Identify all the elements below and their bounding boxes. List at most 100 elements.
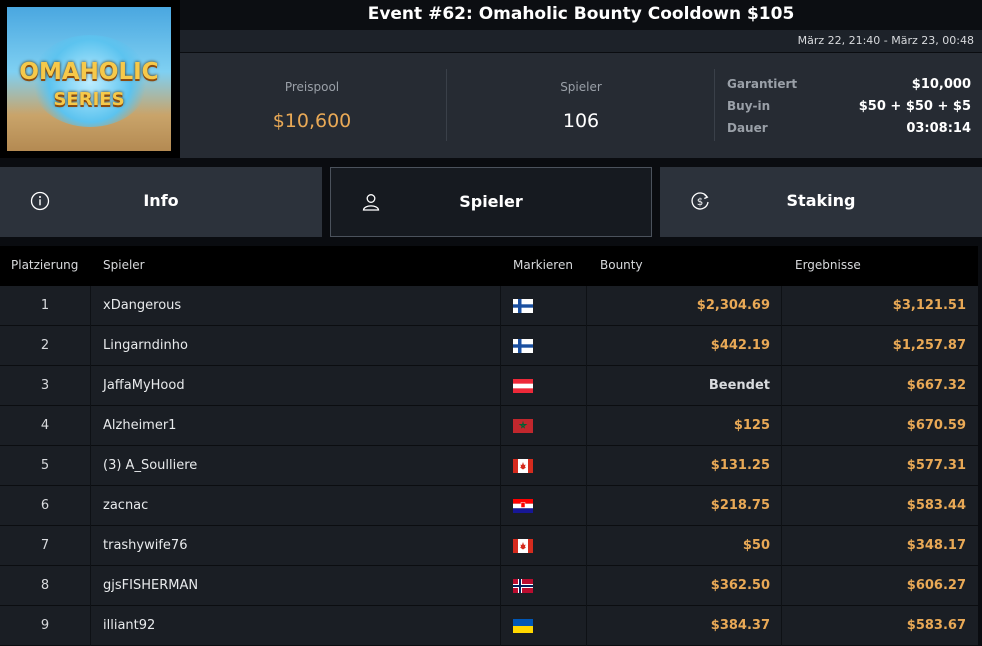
prizepool-label: Preispool — [284, 80, 340, 94]
logo-text-series: SERIES — [53, 89, 125, 110]
bounty-cell: $218.75 — [710, 498, 770, 513]
event-title: Event #62: Omaholic Bounty Cooldown $105 — [367, 4, 795, 24]
canada-flag-icon — [513, 459, 533, 473]
column-divider — [90, 446, 91, 486]
tab-info[interactable]: Info — [0, 167, 322, 237]
player-name[interactable]: xDangerous — [103, 286, 181, 325]
players-label: Spieler — [560, 80, 602, 94]
rank-cell: 3 — [40, 378, 50, 393]
rank-cell: 8 — [40, 578, 50, 593]
flag-cell — [500, 446, 586, 485]
player-name[interactable]: (3) A_Soulliere — [103, 446, 197, 485]
result-cell: $667.32 — [906, 378, 966, 393]
player-name[interactable]: gjsFISHERMAN — [103, 566, 198, 605]
ukraine-flag-icon — [513, 619, 533, 633]
result-cell: $3,121.51 — [892, 298, 966, 313]
guaranteed-label: Garantiert — [727, 77, 798, 91]
austria-flag-icon — [513, 379, 533, 393]
finland-flag-icon — [513, 339, 533, 353]
flag-cell — [500, 526, 586, 565]
rank-cell: 6 — [40, 498, 50, 513]
date-bar: März 22, 21:40 - März 23, 00:48 — [180, 30, 982, 52]
table-row[interactable]: 1 xDangerous $2,304.69 $3,121.51 — [0, 286, 978, 326]
player-name[interactable]: JaffaMyHood — [103, 366, 185, 405]
tab-players-label: Spieler — [459, 192, 523, 211]
bounty-cell: $131.25 — [710, 458, 770, 473]
result-cell: $577.31 — [906, 458, 966, 473]
series-logo: OMAHOLIC SERIES — [0, 0, 180, 158]
tab-info-label: Info — [143, 191, 179, 210]
results-table: 1 xDangerous $2,304.69 $3,121.51 2 Lingarndin… — [0, 286, 978, 646]
bounty-cell: $362.50 — [710, 578, 770, 593]
result-cell: $348.17 — [906, 538, 966, 553]
table-row[interactable]: 9 illiant92 $384.37 $583.67 — [0, 606, 978, 646]
flag-cell — [500, 406, 586, 445]
bounty-cell: $2,304.69 — [696, 298, 770, 313]
rank-cell: 7 — [40, 538, 50, 553]
column-divider — [90, 286, 91, 326]
column-divider — [90, 326, 91, 366]
duration-value: 03:08:14 — [906, 121, 971, 136]
morocco-flag-icon — [513, 419, 533, 433]
player-name[interactable]: trashywife76 — [103, 526, 187, 565]
col-bounty[interactable]: Bounty — [600, 258, 643, 272]
column-divider — [90, 406, 91, 446]
logo-image: OMAHOLIC SERIES — [7, 7, 171, 151]
rank-cell: 1 — [40, 298, 50, 313]
scrollbar[interactable] — [978, 246, 982, 642]
flag-cell — [500, 566, 586, 605]
bounty-cell: $125 — [733, 418, 770, 433]
prizepool-value: $10,600 — [272, 110, 352, 132]
canada-flag-icon — [513, 539, 533, 553]
table-header: Platzierung Spieler Markieren Bounty Erg… — [0, 246, 978, 286]
column-divider — [90, 486, 91, 526]
col-result[interactable]: Ergebnisse — [795, 258, 861, 272]
table-row[interactable]: 7 trashywife76 $50 $348.17 — [0, 526, 978, 566]
rank-cell: 9 — [40, 618, 50, 633]
croatia-flag-icon — [513, 499, 533, 513]
result-cell: $583.67 — [906, 618, 966, 633]
rank-cell: 5 — [40, 458, 50, 473]
buyin-label: Buy-in — [727, 99, 771, 113]
player-name[interactable]: Lingarndinho — [103, 326, 188, 365]
tab-staking-label: Staking — [786, 191, 856, 210]
table-row[interactable]: 8 gjsFISHERMAN $362.50 $606.27 — [0, 566, 978, 606]
buyin-value: $50 + $50 + $5 — [858, 99, 971, 114]
players-value: 106 — [562, 110, 600, 132]
table-row[interactable]: 6 zacnac $218.75 $583.44 — [0, 486, 978, 526]
column-divider — [90, 526, 91, 566]
flag-cell — [500, 366, 586, 405]
column-divider — [90, 566, 91, 606]
bounty-cell: $50 — [742, 538, 770, 553]
finland-flag-icon — [513, 299, 533, 313]
result-cell: $606.27 — [906, 578, 966, 593]
tab-players[interactable]: Spieler — [330, 167, 652, 237]
flag-cell — [500, 486, 586, 525]
column-divider — [90, 366, 91, 406]
duration-label: Dauer — [727, 121, 768, 135]
table-row[interactable]: 5 (3) A_Soulliere $131.25 $577.31 — [0, 446, 978, 486]
rank-cell: 2 — [40, 338, 50, 353]
table-row[interactable]: 2 Lingarndinho $442.19 $1,257.87 — [0, 326, 978, 366]
stats-divider — [714, 69, 715, 141]
table-row[interactable]: 4 Alzheimer1 $125 $670.59 — [0, 406, 978, 446]
col-rank[interactable]: Platzierung — [11, 258, 78, 272]
player-name[interactable]: illiant92 — [103, 606, 155, 645]
bounty-cell: $384.37 — [710, 618, 770, 633]
col-player[interactable]: Spieler — [103, 258, 145, 272]
player-name[interactable]: zacnac — [103, 486, 148, 525]
flag-cell — [500, 606, 586, 645]
rank-cell: 4 — [40, 418, 50, 433]
player-name[interactable]: Alzheimer1 — [103, 406, 176, 445]
date-range: März 22, 21:40 - März 23, 00:48 — [797, 34, 974, 47]
bounty-cell: $442.19 — [710, 338, 770, 353]
column-divider — [90, 606, 91, 646]
result-cell: $583.44 — [906, 498, 966, 513]
table-row[interactable]: 3 JaffaMyHood Beendet $667.32 — [0, 366, 978, 406]
col-flag[interactable]: Markieren — [513, 258, 573, 272]
logo-text-omaholic: OMAHOLIC — [19, 59, 159, 85]
stats-bar: Preispool $10,600 Spieler 106 Garantiert… — [180, 53, 982, 158]
result-cell: $670.59 — [906, 418, 966, 433]
norway-flag-icon — [513, 579, 533, 593]
tab-staking[interactable]: $ Staking — [660, 167, 982, 237]
